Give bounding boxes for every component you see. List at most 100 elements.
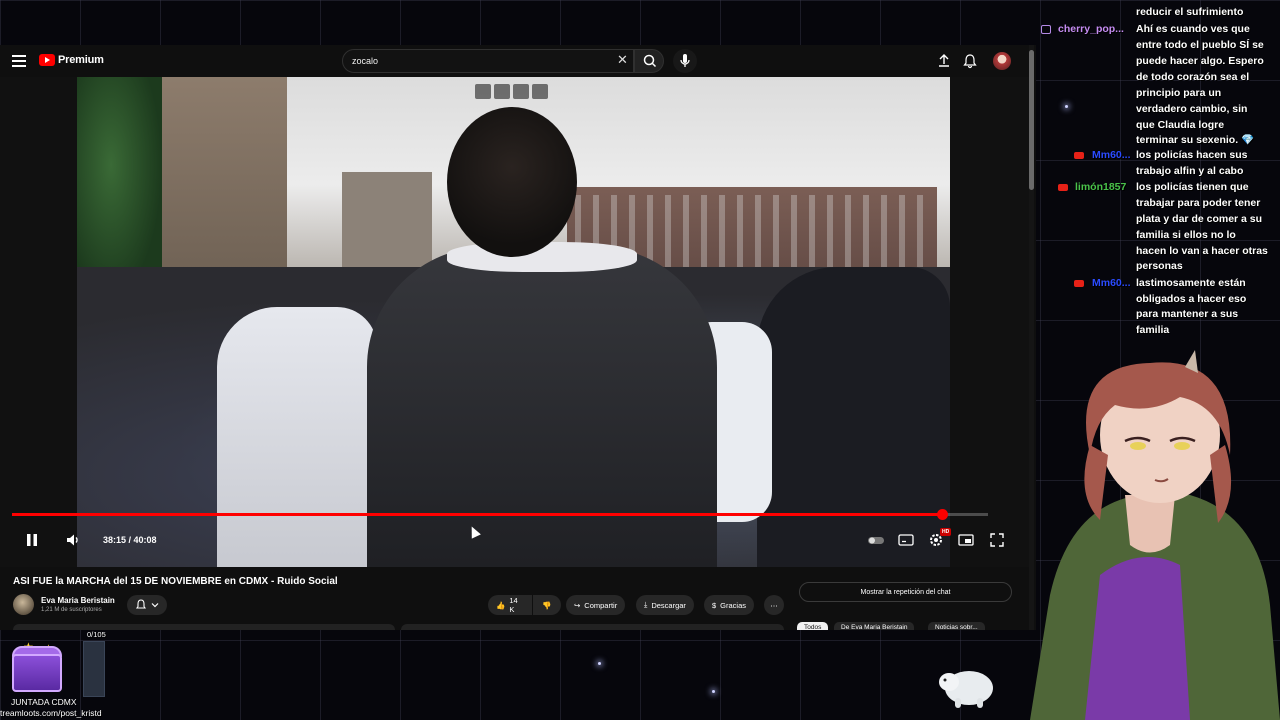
- chat-line: que Claudia logre: [1136, 119, 1225, 131]
- chat-line: Ahí es cuando ves que: [1136, 23, 1250, 35]
- search-input[interactable]: zocalo: [342, 49, 634, 73]
- filter-chip-news[interactable]: Noticias sobr...: [928, 622, 985, 630]
- chat-username: cherry_pop...: [1058, 23, 1124, 35]
- upload-icon[interactable]: [936, 53, 952, 69]
- goal-meter: [83, 641, 105, 697]
- account-avatar[interactable]: [993, 52, 1011, 70]
- channel-avatar[interactable]: [13, 594, 34, 615]
- description-card[interactable]: [13, 624, 395, 630]
- chat-line: los policías tienen que: [1136, 181, 1249, 193]
- stream-canvas: Premium zocalo ✕ 38:15 / 40:08 HD ASI FU…: [0, 0, 1280, 720]
- sparkle: [1065, 105, 1068, 108]
- thumbs-down-icon: 👎: [542, 600, 552, 610]
- like-count: 14 K: [509, 596, 518, 614]
- microphone-icon: [680, 54, 690, 67]
- miniplayer-icon[interactable]: [957, 531, 975, 549]
- subscription-bell-button[interactable]: [127, 595, 167, 615]
- search-button[interactable]: [634, 49, 664, 73]
- dislike-button[interactable]: 👎: [533, 595, 561, 615]
- thanks-label: Gracias: [720, 600, 747, 610]
- thumbs-up-icon: 👍: [496, 600, 506, 610]
- chat-username: Mm60...: [1092, 277, 1131, 289]
- progress-played: [12, 513, 943, 516]
- chat-username: Mm60...: [1092, 149, 1131, 161]
- clear-search-icon[interactable]: ✕: [617, 53, 628, 66]
- overlay-button[interactable]: [532, 84, 548, 99]
- goal-counter: 0/105: [87, 630, 106, 639]
- youtube-icon: [1058, 184, 1068, 191]
- overlay-button[interactable]: [475, 84, 491, 99]
- chat-line: lastimosamente están: [1136, 277, 1246, 289]
- bell-icon: [135, 599, 159, 609]
- video-player[interactable]: 38:15 / 40:08 HD: [0, 77, 1030, 567]
- time-display: 38:15 / 40:08: [103, 535, 157, 545]
- chat-line: plata y dar de comer a su: [1136, 213, 1263, 225]
- fullscreen-icon[interactable]: [988, 531, 1006, 549]
- logo-text: Premium: [58, 54, 104, 66]
- voice-search-button[interactable]: [673, 49, 697, 73]
- show-chat-replay-button[interactable]: Mostrar la repetición del chat: [799, 582, 1012, 602]
- youtube-icon: [1074, 280, 1084, 287]
- video-frame: [77, 77, 950, 567]
- share-icon: ↪: [574, 600, 581, 610]
- widget-label: JUNTADA CDMX: [11, 697, 77, 707]
- chat-line: trabajo alfin y al cabo: [1136, 165, 1244, 177]
- download-button[interactable]: ⤓ Descargar: [636, 595, 694, 615]
- subscriber-count: 1,21 M de suscriptores: [41, 607, 102, 613]
- chat-line: terminar su sexenio. 💎: [1136, 134, 1255, 146]
- more-actions-button[interactable]: ⋯: [764, 595, 784, 615]
- chat-line: para mantener a sus: [1136, 308, 1239, 320]
- twitch-icon: [1041, 25, 1051, 34]
- chat-line: de todo corazón sea el: [1136, 71, 1250, 83]
- video-overlay-buttons: [475, 84, 548, 99]
- search-value: zocalo: [352, 56, 379, 66]
- more-icon: ⋯: [770, 600, 778, 610]
- youtube-header: Premium zocalo ✕: [0, 45, 1036, 77]
- chat-line: reducir el sufrimiento: [1136, 6, 1244, 18]
- chat-line: puede hacer algo. Espero: [1136, 55, 1264, 67]
- share-button[interactable]: ↪ Compartir: [566, 595, 626, 615]
- overlay-button[interactable]: [513, 84, 529, 99]
- youtube-play-icon: [39, 54, 55, 66]
- pause-icon[interactable]: [23, 531, 41, 549]
- chat-line: los policías hacen sus: [1136, 149, 1248, 161]
- chest-body: [12, 654, 62, 692]
- chat-line: verdadero cambio, sin: [1136, 103, 1248, 115]
- volume-icon[interactable]: [64, 531, 82, 549]
- chat-line: hacen lo van a hacer otras: [1136, 245, 1268, 257]
- streamer-avatar-image: [1030, 350, 1280, 720]
- search-icon: [643, 54, 657, 68]
- youtube-window: Premium zocalo ✕ 38:15 / 40:08 HD ASI FU…: [0, 45, 1036, 630]
- scroll-thumb[interactable]: [1029, 50, 1034, 190]
- thanks-icon: $: [712, 600, 717, 610]
- video-title: ASI FUE la MARCHA del 15 DE NOVIEMBRE en…: [13, 576, 338, 587]
- autoplay-toggle-icon[interactable]: [867, 531, 885, 549]
- chat-line: obligados a hacer eso: [1136, 293, 1247, 305]
- share-label: Compartir: [584, 600, 618, 610]
- chat-line: principio para un: [1136, 87, 1222, 99]
- channel-name[interactable]: Eva Maria Beristain: [41, 596, 115, 605]
- youtube-logo[interactable]: Premium: [39, 54, 104, 66]
- comments-card[interactable]: [401, 624, 784, 630]
- download-icon: ⤓: [644, 600, 648, 609]
- hd-badge: HD: [940, 528, 952, 536]
- subtitles-icon[interactable]: [897, 531, 915, 549]
- youtube-icon: [1074, 152, 1084, 159]
- progress-bar[interactable]: [12, 509, 988, 520]
- widget-url: treamloots.com/post_kristd: [0, 708, 102, 718]
- menu-icon[interactable]: [12, 55, 26, 67]
- sparkle: [712, 690, 715, 693]
- chat-line: familia: [1136, 324, 1170, 336]
- like-button[interactable]: 👍 14 K: [488, 595, 532, 615]
- sparkle: [598, 662, 601, 665]
- thanks-button[interactable]: $ Gracias: [704, 595, 755, 615]
- chat-line: personas: [1136, 260, 1183, 272]
- download-label: Descargar: [651, 600, 686, 610]
- filter-chip-all[interactable]: Todos: [797, 622, 829, 630]
- chat-line: trabajar para poder tener: [1136, 197, 1261, 209]
- overlay-button[interactable]: [494, 84, 510, 99]
- filter-chip-channel[interactable]: De Eva Maria Beristain: [834, 622, 915, 630]
- chat-line: entre todo el pueblo SÍ se: [1136, 39, 1264, 51]
- chat-username: limón1857: [1075, 181, 1127, 193]
- notifications-icon[interactable]: [962, 53, 978, 69]
